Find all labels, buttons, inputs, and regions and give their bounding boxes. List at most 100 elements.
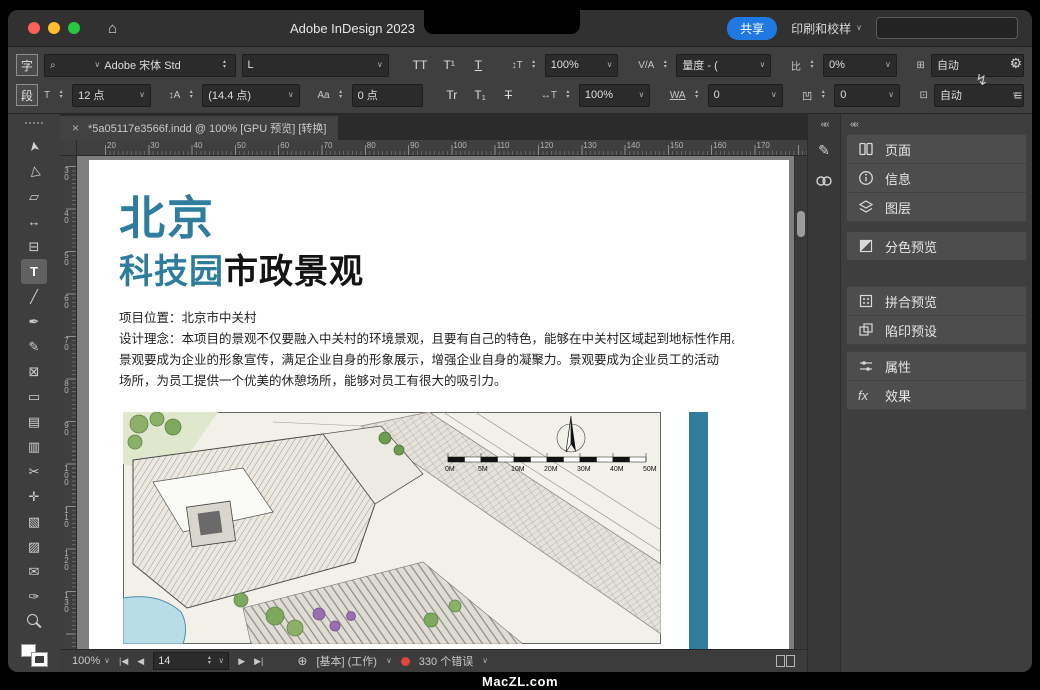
baseline-shift-field[interactable]: 0 点: [352, 84, 423, 107]
small-caps-button[interactable]: Tr: [441, 88, 463, 102]
chevron-down-icon[interactable]: ∨: [386, 657, 392, 665]
pen-panel-icon[interactable]: ✎: [813, 139, 835, 161]
underline-button[interactable]: T: [467, 58, 490, 72]
ruler-number-h: 90: [410, 141, 419, 150]
vertical-scale-stepper[interactable]: ▴ ▾: [529, 60, 539, 70]
spread-view-icon[interactable]: [776, 655, 795, 667]
pen-tool[interactable]: ✒: [21, 309, 47, 334]
vertical-scale-select[interactable]: 100% ∨: [545, 54, 619, 77]
horizontal-grid-tool[interactable]: ▤: [21, 409, 47, 434]
search-input[interactable]: [876, 17, 1018, 39]
close-icon[interactable]: ×: [72, 121, 79, 135]
type-tool[interactable]: T: [21, 259, 47, 284]
font-style-select[interactable]: L ∨: [242, 54, 389, 77]
zoom-level-select[interactable]: 100% ∨: [72, 655, 110, 667]
stepper-down-icon: ▾: [336, 95, 346, 100]
rectangle-frame-tool[interactable]: ⊠: [21, 359, 47, 384]
document-tab[interactable]: × *5a05117e3566f.indd @ 100% [GPU 预览] [转…: [60, 116, 338, 140]
error-count[interactable]: 330 个错误: [419, 653, 473, 669]
page-number-field[interactable]: 14 ▴ ▾ ∨: [153, 652, 229, 670]
note-tool[interactable]: ✉: [21, 559, 47, 584]
site-plan-image[interactable]: 0M5M10M20M30M40M50M: [123, 412, 661, 644]
collapse-panels-icon[interactable]: ««: [808, 119, 840, 130]
status-bar: 100% ∨ |◀ ◀ 14 ▴ ▾ ∨ ▶ ▶| ⊕ [基本] (工作): [60, 649, 807, 672]
leading-stepper[interactable]: ▴ ▾: [186, 90, 196, 100]
horizontal-ruler[interactable]: 2030405060708090100110120130140150160170: [77, 140, 807, 156]
chevron-down-icon[interactable]: ∨: [482, 657, 488, 665]
gyoudori-stepper[interactable]: ▴ ▾: [818, 90, 828, 100]
panel-item-separations-preview[interactable]: 分色预览: [847, 232, 1026, 260]
panel-item-effects[interactable]: fx 效果: [847, 381, 1026, 409]
panel-item-info[interactable]: 信息: [847, 164, 1026, 193]
gear-icon[interactable]: ⚙: [1009, 55, 1022, 72]
ruler-origin-box[interactable]: [60, 140, 77, 156]
page-number-stepper[interactable]: ▴ ▾: [204, 656, 214, 666]
pencil-tool[interactable]: ✎: [21, 334, 47, 359]
close-window-button[interactable]: [28, 22, 40, 34]
paragraph-panel-toggle[interactable]: 段: [16, 84, 38, 106]
baseline-shift-stepper[interactable]: ▴ ▾: [336, 90, 346, 100]
stroke-swatch[interactable]: [32, 653, 47, 666]
vertical-grid-tool[interactable]: ▥: [21, 434, 47, 459]
proportional-spacing-select[interactable]: 0% ∨: [823, 54, 897, 77]
fill-stroke-swatches[interactable]: [21, 644, 47, 666]
vertical-ruler[interactable]: 30405060708090100110120130: [60, 156, 77, 649]
vertical-scrollbar[interactable]: [794, 156, 807, 649]
minimize-window-button[interactable]: [48, 22, 60, 34]
gyoudori-select[interactable]: 0 ∨: [834, 84, 900, 107]
color-theme-tool[interactable]: ✑: [21, 584, 47, 609]
font-size-select[interactable]: 12 点 ∨: [72, 84, 151, 107]
gradient-swatch-tool[interactable]: ▧: [21, 509, 47, 534]
collapse-panels-icon[interactable]: ««: [846, 119, 1027, 134]
last-page-button[interactable]: ▶|: [254, 656, 263, 667]
font-family-stepper[interactable]: ▴ ▾: [220, 60, 230, 70]
panel-item-trap-presets[interactable]: 陷印预设: [847, 316, 1026, 344]
prev-page-button[interactable]: ◀: [137, 656, 144, 667]
scissors-tool[interactable]: ✂: [21, 459, 47, 484]
preflight-profile[interactable]: [基本] (工作): [316, 653, 377, 669]
rectangle-tool[interactable]: ▭: [21, 384, 47, 409]
panel-menu-icon[interactable]: ≡: [1014, 87, 1022, 103]
panel-item-flattener-preview[interactable]: 拼合预览: [847, 287, 1026, 316]
share-button[interactable]: 共享: [727, 17, 777, 40]
free-transform-tool[interactable]: ✛: [21, 484, 47, 509]
strikethrough-button[interactable]: T: [497, 88, 519, 102]
gpu-performance-icon[interactable]: ↯: [975, 71, 988, 89]
gradient-feather-tool[interactable]: ▨: [21, 534, 47, 559]
panel-item-layers[interactable]: 图层: [847, 193, 1026, 221]
horizontal-scale-select[interactable]: 100% ∨: [579, 84, 650, 107]
leading-select[interactable]: (14.4 点) ∨: [202, 84, 300, 107]
scale-label: 30M: [577, 466, 610, 473]
document-page[interactable]: 北京 科技园市政景观 项目位置：北京市中关村设计理念：本项目的景观不仅要融入中关…: [89, 160, 789, 649]
horizontal-scale-stepper[interactable]: ▴ ▾: [563, 90, 573, 100]
links-panel-icon[interactable]: [813, 170, 835, 192]
gap-tool[interactable]: ↔: [21, 209, 47, 234]
kerning-stepper[interactable]: ▴ ▾: [660, 60, 670, 70]
first-page-button[interactable]: |◀: [119, 656, 128, 667]
all-caps-button[interactable]: TT: [408, 58, 431, 72]
search-icon: ⌕: [50, 60, 56, 71]
character-panel-toggle[interactable]: 字: [16, 54, 38, 76]
proportional-spacing-stepper[interactable]: ▴ ▾: [807, 60, 817, 70]
zoom-window-button[interactable]: [68, 22, 80, 34]
line-tool[interactable]: ╱: [21, 284, 47, 309]
panel-item-pages[interactable]: 页面: [847, 135, 1026, 164]
pasteboard[interactable]: 北京 科技园市政景观 项目位置：北京市中关村设计理念：本项目的景观不仅要融入中关…: [77, 156, 794, 649]
font-size-stepper[interactable]: ▴ ▾: [56, 90, 66, 100]
next-page-button[interactable]: ▶: [238, 656, 245, 667]
tracking-stepper[interactable]: ▴ ▾: [692, 90, 702, 100]
superscript-button[interactable]: T¹: [438, 58, 461, 72]
kerning-select[interactable]: 量度 - ( ∨: [676, 54, 771, 77]
direct-selection-tool[interactable]: ▷: [19, 157, 48, 187]
zoom-tool[interactable]: [21, 609, 47, 634]
page-tool[interactable]: ▱: [21, 184, 47, 209]
tracking-select[interactable]: 0 ∨: [708, 84, 783, 107]
panel-item-properties[interactable]: 属性: [847, 352, 1026, 381]
font-family-select[interactable]: ⌕ ∨ Adobe 宋体 Std ▴ ▾: [44, 54, 236, 77]
subscript-button[interactable]: T₁: [469, 88, 491, 102]
content-collector-tool[interactable]: ⊟: [21, 234, 47, 259]
home-icon[interactable]: ⌂: [108, 20, 117, 37]
scrollbar-thumb[interactable]: [797, 211, 805, 237]
tools-drag-handle[interactable]: [25, 122, 43, 124]
workspace-switcher[interactable]: 印刷和校样 ∨: [791, 20, 862, 37]
